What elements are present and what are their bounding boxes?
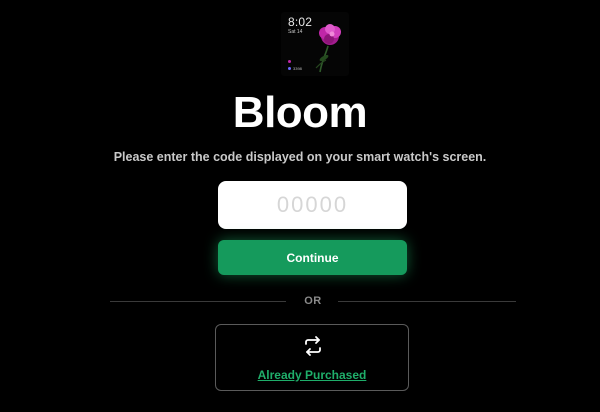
already-purchased-button[interactable]: Already Purchased xyxy=(215,324,409,391)
watch-date: Sat 14 xyxy=(288,29,303,35)
flower-image xyxy=(315,24,341,73)
already-purchased-link[interactable]: Already Purchased xyxy=(216,368,408,382)
app-title: Bloom xyxy=(232,88,368,137)
page: 8:02 Sat 14 3398 Bloom Please enter the … xyxy=(0,0,600,412)
divider-line-left xyxy=(110,301,286,302)
continue-button[interactable]: Continue xyxy=(218,240,407,275)
watch-complication: 3398 xyxy=(288,66,302,71)
divider-label: OR xyxy=(304,295,322,307)
code-input[interactable] xyxy=(218,181,407,229)
watch-time: 8:02 xyxy=(288,15,313,29)
instructions-text: Please enter the code displayed on your … xyxy=(113,150,487,164)
divider-line-right xyxy=(338,301,516,302)
restore-icon xyxy=(305,336,321,356)
watch-preview: 8:02 Sat 14 3398 xyxy=(281,12,349,76)
watch-complication xyxy=(288,59,293,64)
